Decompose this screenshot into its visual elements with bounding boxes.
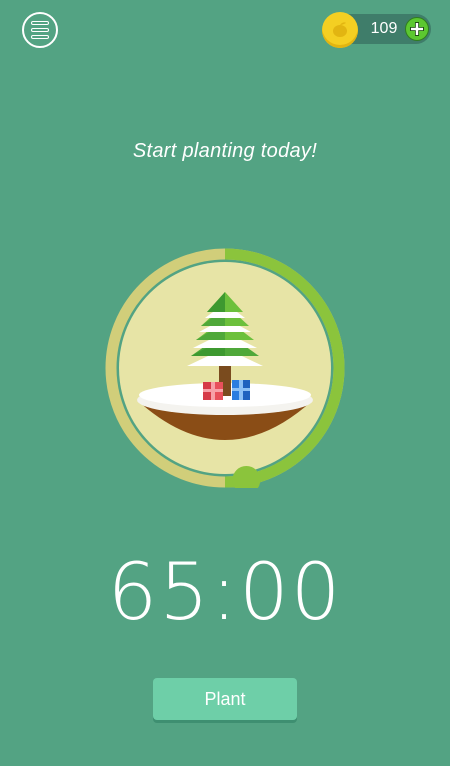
plant-button[interactable]: Plant [153, 678, 297, 720]
add-coins-button[interactable] [405, 17, 429, 41]
menu-icon-bar [31, 28, 49, 32]
growth-timer-dial[interactable] [105, 248, 345, 494]
menu-icon-bar [31, 35, 49, 39]
coin-count: 109 [370, 20, 398, 37]
tagline: Start planting today! [132, 140, 318, 162]
seed-coin-icon [322, 12, 358, 48]
timer-display: 65:00 [107, 548, 343, 638]
plus-icon [410, 22, 424, 36]
menu-button[interactable] [22, 12, 58, 48]
blue-gift-icon [232, 380, 250, 400]
red-gift-icon [203, 382, 223, 400]
menu-icon-bar [31, 21, 49, 25]
